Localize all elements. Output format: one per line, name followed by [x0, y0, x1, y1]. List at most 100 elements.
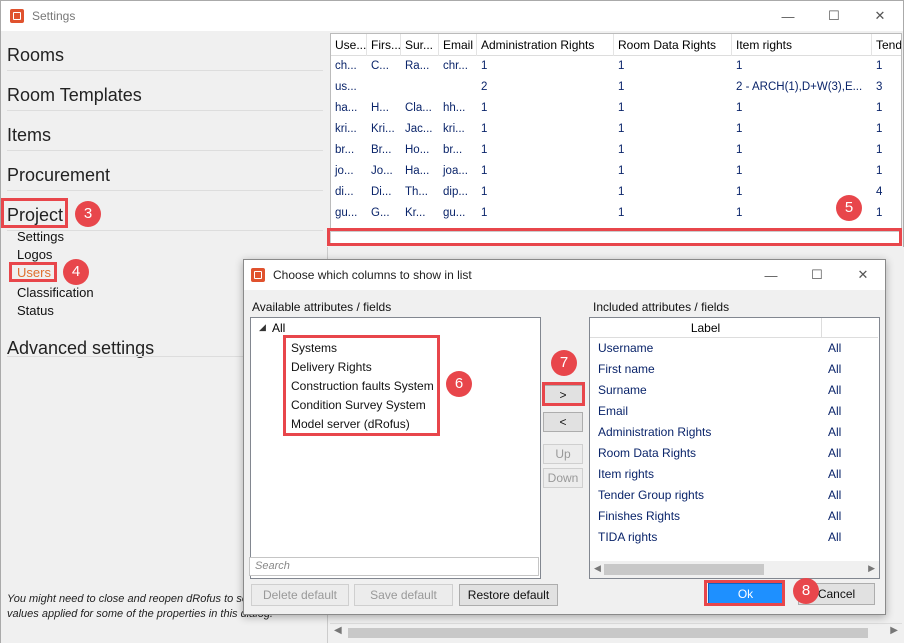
scrollbar-thumb[interactable]	[348, 628, 868, 638]
choose-columns-dialog: Choose which columns to show in list — ☐…	[243, 259, 886, 615]
nav-procurement[interactable]: Procurement	[7, 165, 110, 186]
list-item[interactable]: Username All	[590, 338, 878, 359]
horizontal-scrollbar[interactable]: ◀ ▶	[330, 623, 902, 641]
table-cell: 1	[618, 123, 625, 135]
table-cell	[401, 77, 439, 98]
table-cell: 1	[618, 186, 625, 198]
search-input[interactable]: Search	[249, 557, 539, 576]
table-cell: jo...	[335, 165, 354, 177]
divider	[7, 70, 323, 71]
list-item[interactable]: TIDA rights All	[590, 527, 878, 548]
list-item[interactable]: First name All	[590, 359, 878, 380]
included-hscrollbar[interactable]: ◀ ▶	[590, 561, 879, 578]
list-item[interactable]: Item rights All	[590, 464, 878, 485]
highlight-ok-button	[704, 580, 785, 606]
step-badge-8: 8	[793, 578, 819, 604]
table-cell: Kri...	[371, 123, 395, 135]
step-badge-3: 3	[75, 201, 101, 227]
highlight-project	[1, 198, 68, 228]
table-cell: Jac...	[405, 123, 433, 135]
table-cell: ch...	[335, 60, 357, 72]
scroll-left-icon[interactable]: ◀	[334, 625, 342, 636]
table-cell: Kr...	[405, 207, 426, 219]
table-cell: 1	[876, 207, 883, 219]
step-badge-5: 5	[836, 195, 862, 221]
table-cell: 1	[618, 165, 625, 177]
minimize-button[interactable]: —	[765, 1, 811, 31]
table-row[interactable]: kri... Kri... Jac... kri... 1 1 1 1	[331, 119, 901, 140]
column-header[interactable]: Administration Rights	[477, 34, 614, 56]
column-header[interactable]: Item rights	[732, 34, 872, 56]
item-scope: All	[828, 488, 842, 502]
table-row[interactable]: ch... C... Ra... chr... 1 1 1 1	[331, 56, 901, 77]
move-up-button[interactable]: Up	[543, 444, 583, 464]
table-cell: us...	[335, 81, 357, 93]
table-cell: 1	[736, 144, 743, 156]
delete-default-button[interactable]: Delete default	[251, 584, 349, 606]
nav-project-status[interactable]: Status	[17, 303, 54, 318]
step-badge-4: 4	[63, 259, 89, 285]
list-item[interactable]: Room Data Rights All	[590, 443, 878, 464]
close-button[interactable]: ✕	[857, 1, 903, 31]
app-logo-icon	[251, 268, 265, 282]
table-cell: dip...	[443, 186, 468, 198]
available-label: Available attributes / fields	[252, 300, 392, 314]
column-header[interactable]: Email	[439, 34, 477, 56]
item-scope: All	[828, 341, 842, 355]
table-row[interactable]: gu... G... Kr... gu... 1 1 1 1	[331, 203, 901, 224]
list-item[interactable]: Surname All	[590, 380, 878, 401]
nav-items[interactable]: Items	[7, 125, 51, 146]
dialog-close-button[interactable]: ✕	[840, 260, 886, 290]
dialog-maximize-button[interactable]: ☐	[794, 260, 840, 290]
table-row[interactable]: br... Br... Ho... br... 1 1 1 1	[331, 140, 901, 161]
highlight-available-items	[283, 335, 440, 436]
table-cell: gu...	[335, 207, 358, 219]
column-header[interactable]: Use...	[331, 34, 367, 56]
table-cell: hh...	[443, 102, 466, 114]
scroll-left-icon[interactable]: ◀	[594, 563, 601, 574]
table-row[interactable]: ha... H... Cla... hh... 1 1 1 1	[331, 98, 901, 119]
table-cell: joa...	[443, 165, 468, 177]
nav-room-templates[interactable]: Room Templates	[7, 85, 142, 106]
list-item[interactable]: Tender Group rights All	[590, 485, 878, 506]
dialog-minimize-button[interactable]: —	[748, 260, 794, 290]
maximize-button[interactable]: ☐	[811, 1, 857, 31]
column-header[interactable]: Room Data Rights	[614, 34, 732, 56]
table-row[interactable]: us... 2 1 2 - ARCH(1),D+W(3),E... 3	[331, 77, 901, 98]
column-header[interactable]: Firs...	[367, 34, 401, 56]
list-item[interactable]: Administration Rights All	[590, 422, 878, 443]
collapse-arrow-icon[interactable]: ◢	[259, 322, 266, 333]
nav-rooms[interactable]: Rooms	[7, 45, 64, 66]
column-header[interactable]: Sur...	[401, 34, 439, 56]
table-cell: chr...	[443, 60, 468, 72]
item-scope: All	[828, 404, 842, 418]
scroll-right-icon[interactable]: ▶	[868, 563, 875, 574]
scroll-right-icon[interactable]: ▶	[890, 625, 898, 636]
table-cell: 1	[876, 60, 883, 72]
column-header[interactable]: Tende	[872, 34, 901, 56]
save-default-button[interactable]: Save default	[354, 584, 453, 606]
move-down-button[interactable]: Down	[543, 468, 583, 488]
item-label: Tender Group rights	[598, 488, 705, 502]
scrollbar-thumb[interactable]	[604, 564, 764, 575]
remove-column-button[interactable]: <	[543, 412, 583, 432]
nav-project-settings[interactable]: Settings	[17, 229, 64, 244]
table-cell: 1	[876, 123, 883, 135]
restore-default-button[interactable]: Restore default	[459, 584, 558, 606]
title-bar: Settings — ☐ ✕	[1, 1, 903, 31]
users-grid[interactable]: Use... Firs... Sur... Email Administrati…	[330, 33, 902, 231]
table-cell: C...	[371, 60, 389, 72]
included-list[interactable]: Label Username All First name All Surname All…	[589, 317, 880, 579]
divider	[7, 110, 323, 111]
table-cell: kri...	[335, 123, 357, 135]
list-item[interactable]: Finishes Rights All	[590, 506, 878, 527]
label-column-header[interactable]: Label	[590, 318, 822, 338]
table-row[interactable]: jo... Jo... Ha... joa... 1 1 1 1	[331, 161, 901, 182]
nav-project-classification[interactable]: Classification	[17, 285, 94, 300]
tree-root[interactable]: All	[272, 321, 285, 335]
table-cell: br...	[335, 144, 355, 156]
item-label: Item rights	[598, 467, 655, 481]
table-row[interactable]: di... Di... Th... dip... 1 1 1 4	[331, 182, 901, 203]
nav-project-logos[interactable]: Logos	[17, 247, 52, 262]
list-item[interactable]: Email All	[590, 401, 878, 422]
